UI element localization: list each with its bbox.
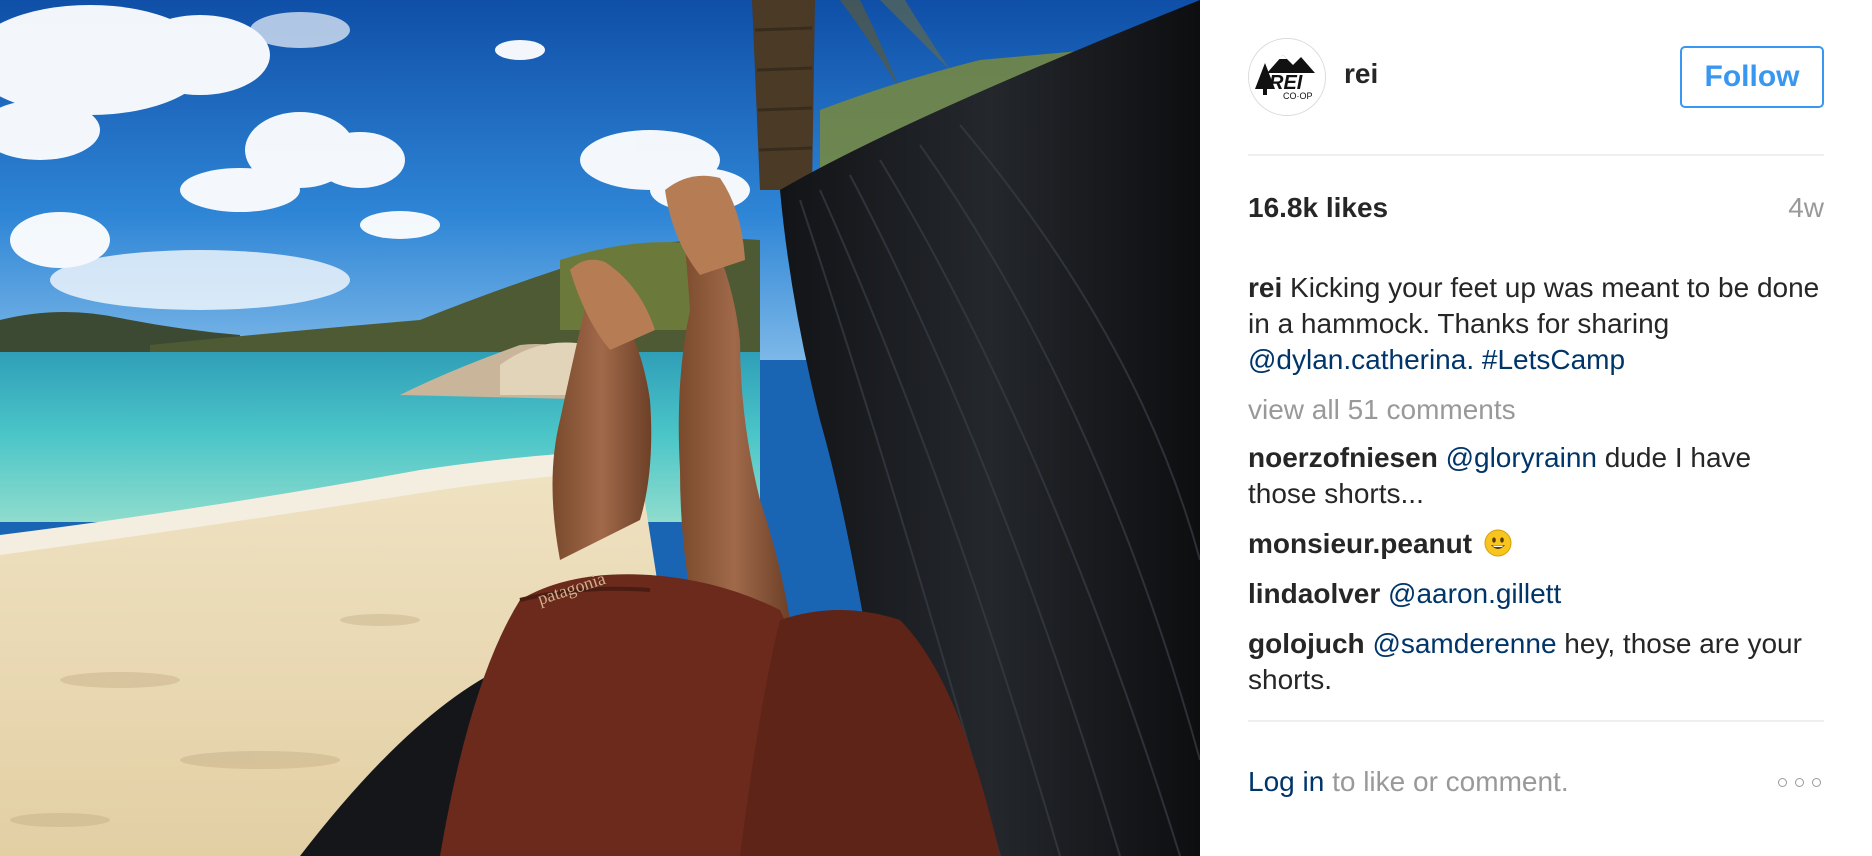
- caption-author[interactable]: rei: [1248, 272, 1282, 303]
- post-author-username[interactable]: rei: [1344, 58, 1378, 90]
- comment-mention[interactable]: @samderenne: [1372, 628, 1556, 659]
- comment-item: lindaolver @aaron.gillett: [1248, 576, 1824, 612]
- comment-author[interactable]: lindaolver: [1248, 578, 1380, 609]
- comment-mention[interactable]: @aaron.gillett: [1388, 578, 1561, 609]
- hammock-beach-photo: patagonia: [0, 0, 1200, 856]
- comment-item: monsieur.peanut: [1248, 526, 1824, 562]
- login-prompt-text: to like or comment.: [1324, 766, 1569, 797]
- comment-author[interactable]: golojuch: [1248, 628, 1365, 659]
- divider: [1248, 154, 1824, 156]
- likes-row: 16.8k likes 4w: [1248, 192, 1824, 232]
- caption-text: Kicking your feet up was meant to be don…: [1248, 272, 1820, 339]
- comment-mention[interactable]: @gloryrainn: [1446, 442, 1597, 473]
- comment-author[interactable]: noerzofniesen: [1248, 442, 1438, 473]
- svg-text:CO·OP: CO·OP: [1283, 91, 1313, 101]
- comments-section: rei Kicking your feet up was meant to be…: [1248, 270, 1824, 712]
- avatar[interactable]: REI CO·OP: [1248, 38, 1326, 116]
- follow-button[interactable]: Follow: [1680, 46, 1824, 108]
- post-footer: Log in to like or comment.: [1248, 766, 1824, 806]
- comment-item: noerzofniesen @gloryrainn dude I have th…: [1248, 440, 1824, 512]
- post-photo[interactable]: patagonia: [0, 0, 1200, 856]
- more-options-icon[interactable]: [1776, 772, 1824, 796]
- comment-item: golojuch @samderenne hey, those are your…: [1248, 626, 1824, 698]
- post-time-ago[interactable]: 4w: [1788, 192, 1824, 224]
- post-details-panel: REI CO·OP rei Follow 16.8k likes 4w rei …: [1200, 0, 1872, 856]
- log-in-link[interactable]: Log in: [1248, 766, 1324, 797]
- rei-coop-logo-icon: REI CO·OP: [1249, 39, 1325, 115]
- caption-mention[interactable]: @dylan.catherina.: [1248, 344, 1474, 375]
- caption-hashtag[interactable]: #LetsCamp: [1482, 344, 1625, 375]
- divider: [1248, 720, 1824, 722]
- view-all-comments-link[interactable]: view all 51 comments: [1248, 392, 1824, 428]
- caption-space: [1474, 344, 1482, 375]
- caption: rei Kicking your feet up was meant to be…: [1248, 270, 1824, 378]
- comment-author[interactable]: monsieur.peanut: [1248, 528, 1472, 559]
- likes-count[interactable]: 16.8k likes: [1248, 192, 1388, 224]
- post-header: REI CO·OP rei Follow: [1248, 36, 1824, 120]
- grinning-face-icon: [1484, 529, 1512, 557]
